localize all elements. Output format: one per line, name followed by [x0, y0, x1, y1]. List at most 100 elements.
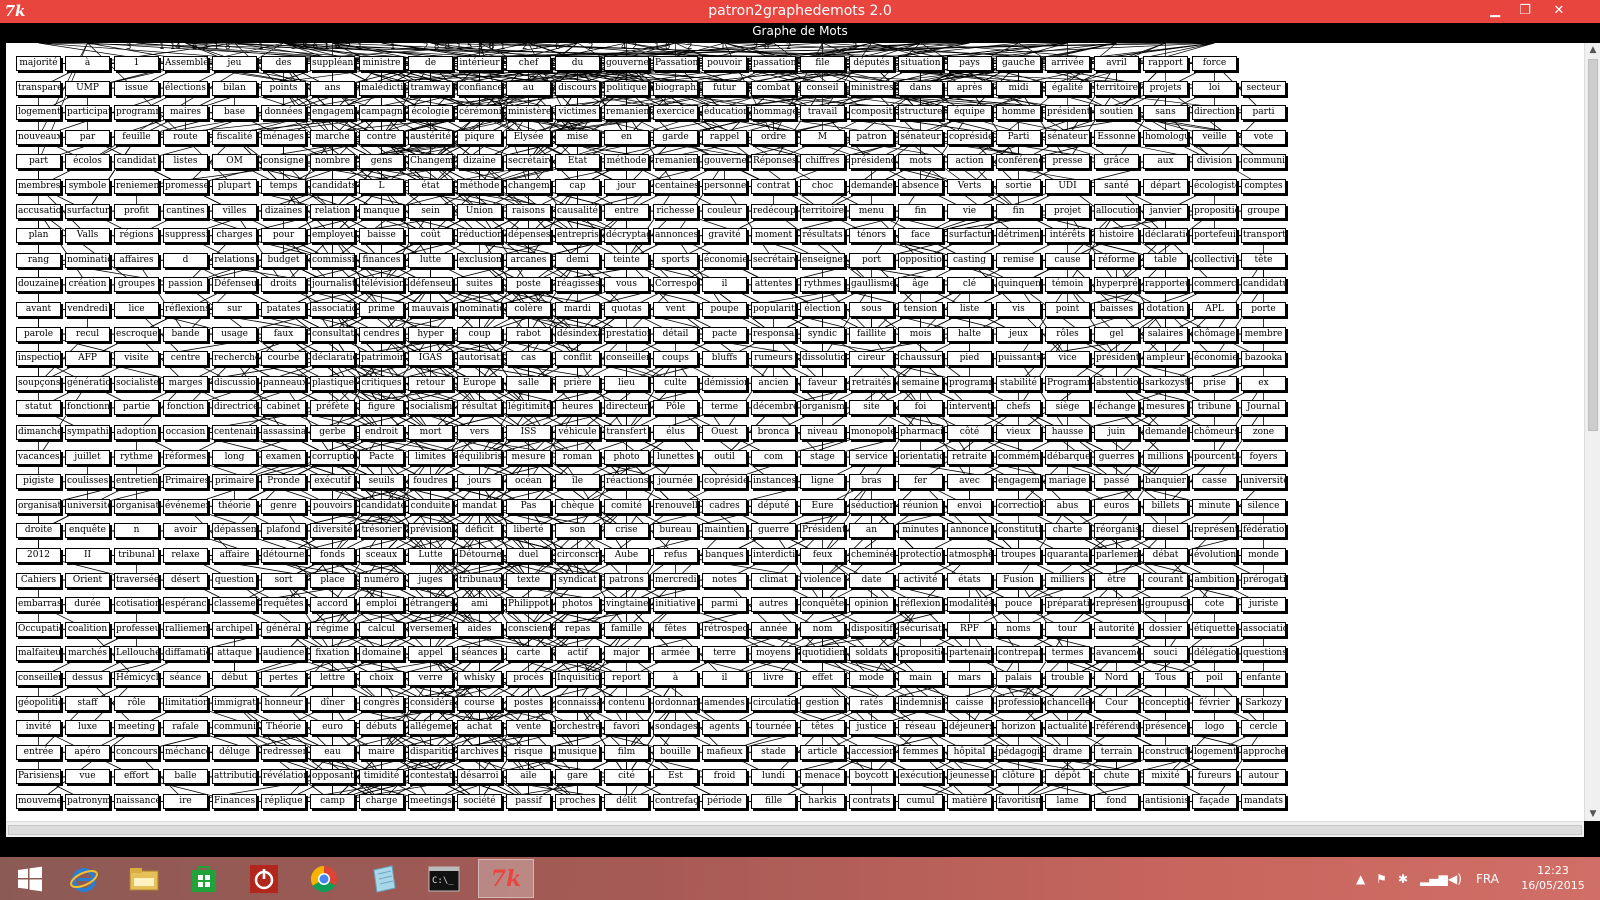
word-node[interactable]: enseignement — [800, 252, 845, 268]
word-node[interactable]: réplique — [261, 794, 306, 809]
word-node[interactable]: mixité — [1143, 769, 1188, 785]
word-node[interactable]: pigiste — [16, 474, 61, 490]
word-node[interactable]: exécution — [898, 769, 943, 785]
word-node[interactable]: portefeuille — [1192, 228, 1237, 244]
word-node[interactable]: naissance — [114, 794, 159, 809]
word-node[interactable]: vie — [947, 203, 992, 219]
word-node[interactable]: indemnisation — [898, 695, 943, 711]
word-node[interactable]: banques — [702, 548, 747, 563]
word-node[interactable]: ordre — [751, 129, 796, 145]
word-node[interactable]: au — [506, 80, 551, 96]
word-node[interactable]: égalité — [1045, 80, 1090, 96]
word-node[interactable]: chaussures — [898, 351, 943, 367]
word-node[interactable]: part — [16, 154, 61, 170]
word-node[interactable]: chancellerie — [1045, 695, 1090, 711]
word-node[interactable]: prévision — [408, 523, 453, 539]
word-node[interactable]: troupes — [996, 548, 1041, 563]
word-node[interactable]: secteur — [1241, 80, 1286, 96]
word-node[interactable]: vieux — [996, 425, 1041, 440]
word-node[interactable]: création — [65, 277, 110, 293]
word-node[interactable]: espérance — [163, 597, 208, 613]
word-node[interactable]: élus — [653, 425, 698, 440]
word-node[interactable]: AFP — [65, 351, 110, 367]
word-node[interactable]: groupuscule — [1143, 597, 1188, 613]
word-node[interactable]: mercredi — [653, 572, 698, 588]
word-node[interactable]: séance — [163, 671, 208, 686]
word-node[interactable]: visite — [114, 351, 159, 367]
word-node[interactable]: conquête — [800, 597, 845, 613]
word-node[interactable]: pied — [947, 351, 992, 367]
word-node[interactable]: associations — [310, 302, 355, 317]
word-node[interactable]: arrivée — [1045, 56, 1090, 71]
word-node[interactable]: finances — [359, 252, 404, 268]
word-node[interactable]: prime — [359, 302, 404, 317]
word-node[interactable]: secrétaires — [506, 154, 551, 170]
word-node[interactable]: du — [555, 56, 600, 71]
word-node[interactable]: Programme — [1045, 375, 1090, 391]
word-node[interactable]: monde — [1241, 548, 1286, 563]
word-node[interactable]: surfacturation — [947, 228, 992, 244]
word-node[interactable]: Assemblée — [163, 56, 208, 71]
word-node[interactable]: passé — [1094, 474, 1139, 490]
word-node[interactable]: contrefaçon — [653, 794, 698, 809]
word-node[interactable]: charte — [1045, 523, 1090, 539]
word-node[interactable]: rôle — [114, 695, 159, 711]
word-node[interactable]: cas — [506, 351, 551, 367]
word-node[interactable]: circonscription — [555, 548, 600, 563]
word-node[interactable]: séduction — [849, 498, 894, 514]
word-node[interactable]: âge — [898, 277, 943, 293]
word-node[interactable]: territoires — [1094, 80, 1139, 96]
word-node[interactable]: centaines — [653, 179, 698, 194]
word-node[interactable]: droits — [261, 277, 306, 293]
word-node[interactable]: correctionnelle — [996, 498, 1041, 514]
tray-action-center-icon[interactable]: ⚑ — [1376, 857, 1387, 900]
word-node[interactable]: millions — [1143, 449, 1188, 465]
word-node[interactable]: vers — [457, 425, 502, 440]
word-node[interactable]: Pas — [506, 498, 551, 514]
word-node[interactable]: nom — [800, 621, 845, 637]
word-node[interactable]: proposition — [1192, 203, 1237, 219]
word-node[interactable]: Pôle — [653, 400, 698, 416]
word-node[interactable]: candidate — [359, 498, 404, 514]
word-node[interactable]: domaine — [359, 646, 404, 662]
word-node[interactable]: stabilité — [996, 375, 1041, 391]
word-node[interactable]: proposition — [898, 646, 943, 662]
word-node[interactable]: défenseur — [408, 277, 453, 293]
word-node[interactable]: adoption — [114, 425, 159, 440]
word-node[interactable]: Essonne — [1094, 129, 1139, 145]
word-node[interactable]: université — [1241, 474, 1286, 490]
word-node[interactable]: désert — [163, 572, 208, 588]
word-node[interactable]: personnes — [702, 179, 747, 194]
word-node[interactable]: régions — [114, 228, 159, 244]
word-node[interactable]: favori — [604, 720, 649, 736]
word-node[interactable]: terre — [702, 646, 747, 662]
word-node[interactable]: rétrospective — [702, 621, 747, 637]
word-node[interactable]: soutien — [1094, 105, 1139, 121]
word-node[interactable]: méthode — [604, 154, 649, 170]
word-node[interactable]: coprésidence — [702, 474, 747, 490]
word-node[interactable]: sports — [653, 252, 698, 268]
command-prompt-icon[interactable]: C:\_ — [416, 859, 472, 898]
word-node[interactable]: intérêts — [1045, 228, 1090, 244]
word-node[interactable]: sans — [1143, 105, 1188, 121]
word-node[interactable]: RPF — [947, 621, 992, 637]
word-node[interactable]: rapport — [1143, 56, 1188, 71]
word-node[interactable]: soupçons — [16, 375, 61, 391]
word-node[interactable]: ans — [310, 80, 355, 96]
word-node[interactable]: piqure — [457, 129, 502, 145]
word-node[interactable]: Hémicycle — [114, 671, 159, 686]
word-node[interactable]: rapporteur — [1143, 277, 1188, 293]
word-node[interactable]: protection — [898, 548, 943, 563]
word-node[interactable]: données — [261, 105, 306, 121]
word-node[interactable]: partie — [114, 400, 159, 416]
word-node[interactable]: stade — [751, 744, 796, 760]
word-node[interactable]: structure — [898, 105, 943, 121]
word-node[interactable]: mode — [849, 671, 894, 686]
word-node[interactable]: euro — [310, 720, 355, 736]
word-node[interactable]: issue — [114, 80, 159, 96]
word-node[interactable]: villes — [212, 203, 257, 219]
word-node[interactable]: demande — [849, 179, 894, 194]
word-node[interactable]: dîner — [310, 695, 355, 711]
tray-show-hidden-icon[interactable]: ▲ — [1356, 857, 1365, 900]
word-node[interactable]: major — [604, 646, 649, 662]
